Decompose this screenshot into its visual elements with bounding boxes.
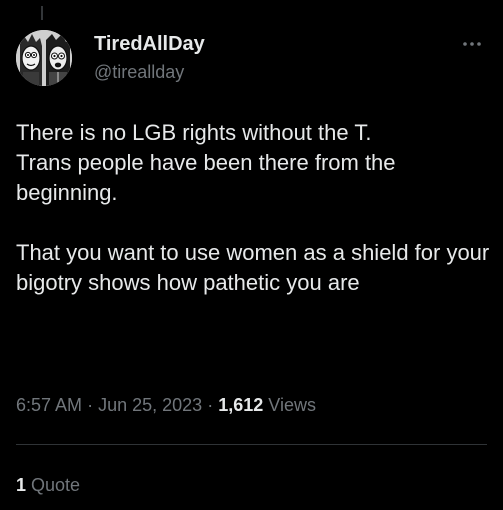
avatar-image — [16, 30, 72, 86]
quote-label: Quote — [31, 475, 81, 495]
more-horizontal-icon — [463, 42, 481, 46]
tweet-date[interactable]: Jun 25, 2023 — [98, 395, 202, 415]
quote-count: 1 — [16, 475, 27, 495]
thread-connector-line — [41, 6, 43, 20]
divider — [16, 444, 487, 445]
tweet-time[interactable]: 6:57 AM — [16, 395, 82, 415]
meta-separator: · — [87, 395, 94, 415]
user-info: TiredAllDay @tireallday — [94, 32, 205, 84]
tweet-text: There is no LGB rights without the T. Tr… — [16, 120, 490, 295]
user-handle[interactable]: @tireallday — [94, 60, 205, 84]
views-label: Views — [268, 395, 316, 415]
quotes-link[interactable]: 1 Quote — [16, 473, 80, 497]
avatar[interactable] — [16, 30, 72, 86]
more-options-button[interactable] — [456, 30, 488, 58]
tweet-metadata: 6:57 AM · Jun 25, 2023 · 1,612 Views — [16, 393, 316, 417]
views-count: 1,612 — [218, 395, 264, 415]
display-name[interactable]: TiredAllDay — [94, 32, 205, 56]
meta-separator: · — [207, 395, 214, 415]
